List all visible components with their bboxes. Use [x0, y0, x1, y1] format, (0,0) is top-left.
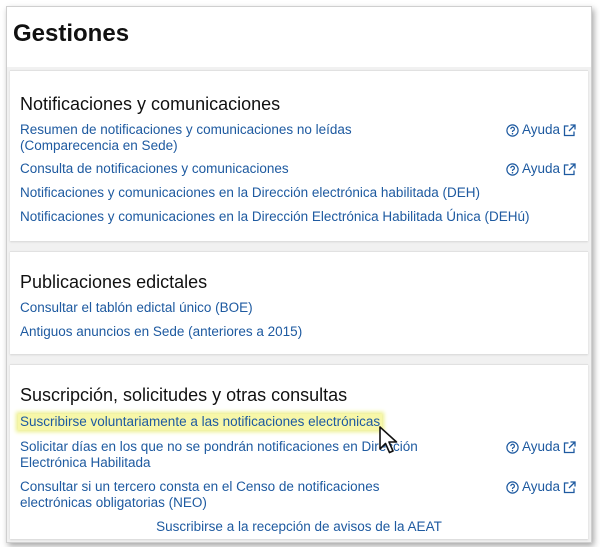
section-suscripcion: Suscripción, solicitudes y otras consult… — [10, 364, 588, 539]
external-link-icon — [563, 123, 576, 137]
help-label: Ayuda — [521, 479, 560, 494]
gestiones-panel: Gestiones Notificaciones y comunicacione… — [6, 6, 592, 543]
section-notificaciones: Notificaciones y comunicaciones Resumen … — [10, 70, 588, 241]
link-antiguos-anuncios[interactable]: Antiguos anuncios en Sede (anteriores a … — [20, 324, 302, 340]
question-circle-icon — [506, 162, 519, 176]
link-consulta-notificaciones[interactable]: Consulta de notificaciones y comunicacio… — [20, 161, 289, 177]
link-suscribirse-notificaciones[interactable]: Suscribirse voluntariamente a las notifi… — [18, 414, 383, 430]
question-circle-icon — [506, 123, 519, 137]
help-link[interactable]: Ayuda — [506, 122, 576, 138]
link-tablon-edictal[interactable]: Consultar el tablón edictal único (BOE) — [20, 300, 253, 316]
link-censo-neo[interactable]: Consultar si un tercero consta en el Cen… — [20, 479, 420, 511]
external-link-icon — [563, 162, 576, 176]
external-link-icon — [563, 440, 576, 454]
link-avisos-aeat[interactable]: Suscribirse a la recepción de avisos de … — [10, 519, 588, 535]
help-link[interactable]: Ayuda — [506, 161, 576, 177]
mouse-pointer-icon — [378, 425, 400, 460]
section-title: Publicaciones edictales — [20, 272, 208, 292]
help-label: Ayuda — [521, 439, 560, 454]
help-label: Ayuda — [521, 122, 560, 137]
link-deh[interactable]: Notificaciones y comunicaciones en la Di… — [20, 185, 480, 201]
section-publicaciones: Publicaciones edictales Consultar el tab… — [10, 251, 588, 354]
help-label: Ayuda — [521, 161, 560, 176]
section-title: Suscripción, solicitudes y otras consult… — [20, 385, 348, 405]
external-link-icon — [563, 480, 576, 494]
question-circle-icon — [506, 440, 519, 454]
link-dehu[interactable]: Notificaciones y comunicaciones en la Di… — [20, 209, 529, 225]
section-title: Notificaciones y comunicaciones — [20, 94, 281, 114]
question-circle-icon — [506, 480, 519, 494]
link-solicitar-dias[interactable]: Solicitar días en los que no se pondrán … — [20, 439, 420, 471]
link-resumen-notificaciones[interactable]: Resumen de notificaciones y comunicacion… — [20, 122, 420, 154]
page-header: Gestiones — [7, 7, 591, 67]
help-link[interactable]: Ayuda — [506, 439, 576, 455]
help-link[interactable]: Ayuda — [506, 479, 576, 495]
page-title: Gestiones — [13, 20, 130, 47]
